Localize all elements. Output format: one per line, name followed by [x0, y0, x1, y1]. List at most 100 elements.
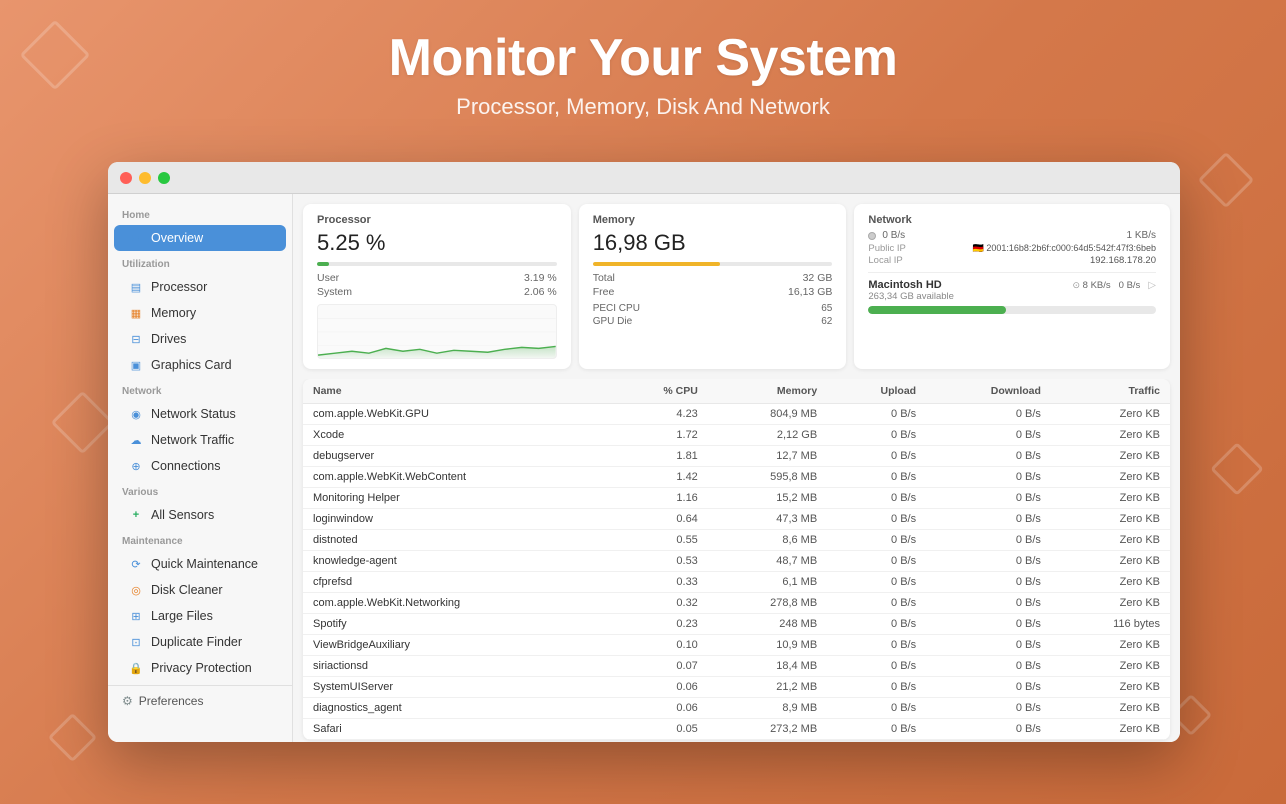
cell-upload: 0 B/s	[827, 488, 926, 509]
cell-upload: 0 B/s	[827, 719, 926, 740]
sidebar-item-large-files[interactable]: ⊞ Large Files	[114, 603, 286, 629]
memory-progress-bar	[593, 262, 833, 266]
table-row[interactable]: com.apple.WebKit.GPU 4.23 804,9 MB 0 B/s…	[303, 404, 1170, 425]
cell-traffic: 116 bytes	[1051, 614, 1170, 635]
connections-icon: ⊕	[128, 458, 144, 474]
table-row[interactable]: Safari 0.05 273,2 MB 0 B/s 0 B/s Zero KB	[303, 719, 1170, 740]
cell-download: 0 B/s	[926, 656, 1051, 677]
memory-progress-fill	[593, 262, 720, 266]
network-status-icon: ◉	[128, 406, 144, 422]
cell-cpu: 0.07	[611, 656, 708, 677]
table-row[interactable]: com.apple.WebKit.Networking 0.32 278,8 M…	[303, 593, 1170, 614]
cell-upload: 0 B/s	[827, 572, 926, 593]
cell-upload: 0 B/s	[827, 530, 926, 551]
table-row[interactable]: siriactionsd 0.07 18,4 MB 0 B/s 0 B/s Ze…	[303, 656, 1170, 677]
gpu-die-row: GPU Die 62	[593, 315, 833, 328]
process-table-container[interactable]: Name % CPU Memory Upload Download Traffi…	[293, 379, 1180, 742]
cell-download: 0 B/s	[926, 635, 1051, 656]
maximize-button[interactable]	[158, 172, 170, 184]
disk-bar-container	[868, 306, 1156, 314]
cell-cpu: 1.81	[611, 446, 708, 467]
page-subtitle: Processor, Memory, Disk And Network	[0, 94, 1286, 120]
cell-memory: 8,9 MB	[708, 698, 827, 719]
col-memory: Memory	[708, 379, 827, 404]
preferences-icon: ⚙	[122, 694, 133, 708]
top-panels: Processor 5.25 % User 3.19 % System 2.06…	[293, 194, 1180, 379]
processor-value: 5.25 %	[317, 230, 557, 256]
speed-dot	[868, 232, 876, 240]
cell-memory: 21,2 MB	[708, 677, 827, 698]
app-window: Home ⊞ Overview Utilization ▤ Processor …	[108, 162, 1180, 742]
table-row[interactable]: loginwindow 0.64 47,3 MB 0 B/s 0 B/s Zer…	[303, 509, 1170, 530]
cell-name: Spotify	[303, 614, 611, 635]
disk-bar-row	[868, 306, 1156, 314]
sidebar-item-network-traffic[interactable]: ☁ Network Traffic	[114, 427, 286, 453]
table-row[interactable]: diagnostics_agent 0.06 8,9 MB 0 B/s 0 B/…	[303, 698, 1170, 719]
grid-icon: ⊞	[128, 230, 144, 246]
table-row[interactable]: Xcode 1.72 2,12 GB 0 B/s 0 B/s Zero KB	[303, 425, 1170, 446]
quick-maintenance-icon: ⟳	[128, 556, 144, 572]
col-upload: Upload	[827, 379, 926, 404]
close-button[interactable]	[120, 172, 132, 184]
header-section: Monitor Your System Processor, Memory, D…	[0, 0, 1286, 140]
peci-row: PECI CPU 65	[593, 302, 833, 315]
network-traffic-icon: ☁	[128, 432, 144, 448]
table-row[interactable]: knowledge-agent 0.53 48,7 MB 0 B/s 0 B/s…	[303, 551, 1170, 572]
network-title: Network	[868, 214, 1156, 226]
sidebar-item-all-sensors[interactable]: + All Sensors	[114, 502, 286, 528]
cell-upload: 0 B/s	[827, 593, 926, 614]
processor-user-row: User 3.19 %	[317, 272, 557, 284]
processor-progress-fill	[317, 262, 329, 266]
cell-memory: 15,2 MB	[708, 488, 827, 509]
cell-name: debugserver	[303, 446, 611, 467]
local-ip-row: Local IP 192.168.178.20	[868, 255, 1156, 266]
table-row[interactable]: ViewBridgeAuxiliary 0.10 10,9 MB 0 B/s 0…	[303, 635, 1170, 656]
memory-panel: Memory 16,98 GB Total 32 GB Free 16,13 G…	[579, 204, 847, 369]
sidebar-item-privacy-protection[interactable]: 🔒 Privacy Protection	[114, 655, 286, 681]
table-row[interactable]: com.apple.WebKit.WebContent 1.42 595,8 M…	[303, 467, 1170, 488]
cell-download: 0 B/s	[926, 719, 1051, 740]
content-area: Processor 5.25 % User 3.19 % System 2.06…	[293, 194, 1180, 742]
sidebar-item-duplicate-finder[interactable]: ⊡ Duplicate Finder	[114, 629, 286, 655]
cell-traffic: Zero KB	[1051, 467, 1170, 488]
duplicate-finder-icon: ⊡	[128, 634, 144, 650]
cell-traffic: Zero KB	[1051, 572, 1170, 593]
cell-upload: 0 B/s	[827, 425, 926, 446]
sidebar-item-network-status[interactable]: ◉ Network Status	[114, 401, 286, 427]
sidebar-item-connections[interactable]: ⊕ Connections	[114, 453, 286, 479]
cell-name: diagnostics_agent	[303, 698, 611, 719]
sidebar-item-memory[interactable]: ▦ Memory	[114, 300, 286, 326]
table-row[interactable]: cfprefsd 0.33 6,1 MB 0 B/s 0 B/s Zero KB	[303, 572, 1170, 593]
drives-icon: ⊟	[128, 331, 144, 347]
sidebar-item-processor[interactable]: ▤ Processor	[114, 274, 286, 300]
cell-name: com.apple.WebKit.GPU	[303, 404, 611, 425]
graphics-icon: ▣	[128, 357, 144, 373]
table-row[interactable]: Spotify 0.23 248 MB 0 B/s 0 B/s 116 byte…	[303, 614, 1170, 635]
sidebar-footer: ⚙ Preferences	[108, 685, 292, 716]
processor-progress-bar	[317, 262, 557, 266]
cell-download: 0 B/s	[926, 404, 1051, 425]
sidebar-item-overview[interactable]: ⊞ Overview	[114, 225, 286, 251]
cell-cpu: 0.06	[611, 698, 708, 719]
cell-traffic: Zero KB	[1051, 593, 1170, 614]
col-name: Name	[303, 379, 611, 404]
table-row[interactable]: SystemUIServer 0.06 21,2 MB 0 B/s 0 B/s …	[303, 677, 1170, 698]
memory-free-row: Free 16,13 GB	[593, 286, 833, 298]
maintenance-section-label: Maintenance	[108, 528, 292, 551]
table-row[interactable]: debugserver 1.81 12,7 MB 0 B/s 0 B/s Zer…	[303, 446, 1170, 467]
preferences-item[interactable]: ⚙ Preferences	[122, 694, 278, 708]
cell-name: com.apple.WebKit.Networking	[303, 593, 611, 614]
disk-section: Macintosh HD ⊙ 8 KB/s 0 B/s ▷ 263,34 GB …	[868, 272, 1156, 314]
sidebar-item-drives[interactable]: ⊟ Drives	[114, 326, 286, 352]
table-row[interactable]: Monitoring Helper 1.16 15,2 MB 0 B/s 0 B…	[303, 488, 1170, 509]
privacy-protection-icon: 🔒	[128, 660, 144, 676]
processor-chart	[317, 304, 557, 359]
table-row[interactable]: distnoted 0.55 8,6 MB 0 B/s 0 B/s Zero K…	[303, 530, 1170, 551]
processor-title: Processor	[317, 214, 557, 226]
cell-memory: 6,1 MB	[708, 572, 827, 593]
col-download: Download	[926, 379, 1051, 404]
sidebar-item-quick-maintenance[interactable]: ⟳ Quick Maintenance	[114, 551, 286, 577]
sidebar-item-graphics-card[interactable]: ▣ Graphics Card	[114, 352, 286, 378]
sidebar-item-disk-cleaner[interactable]: ◎ Disk Cleaner	[114, 577, 286, 603]
minimize-button[interactable]	[139, 172, 151, 184]
